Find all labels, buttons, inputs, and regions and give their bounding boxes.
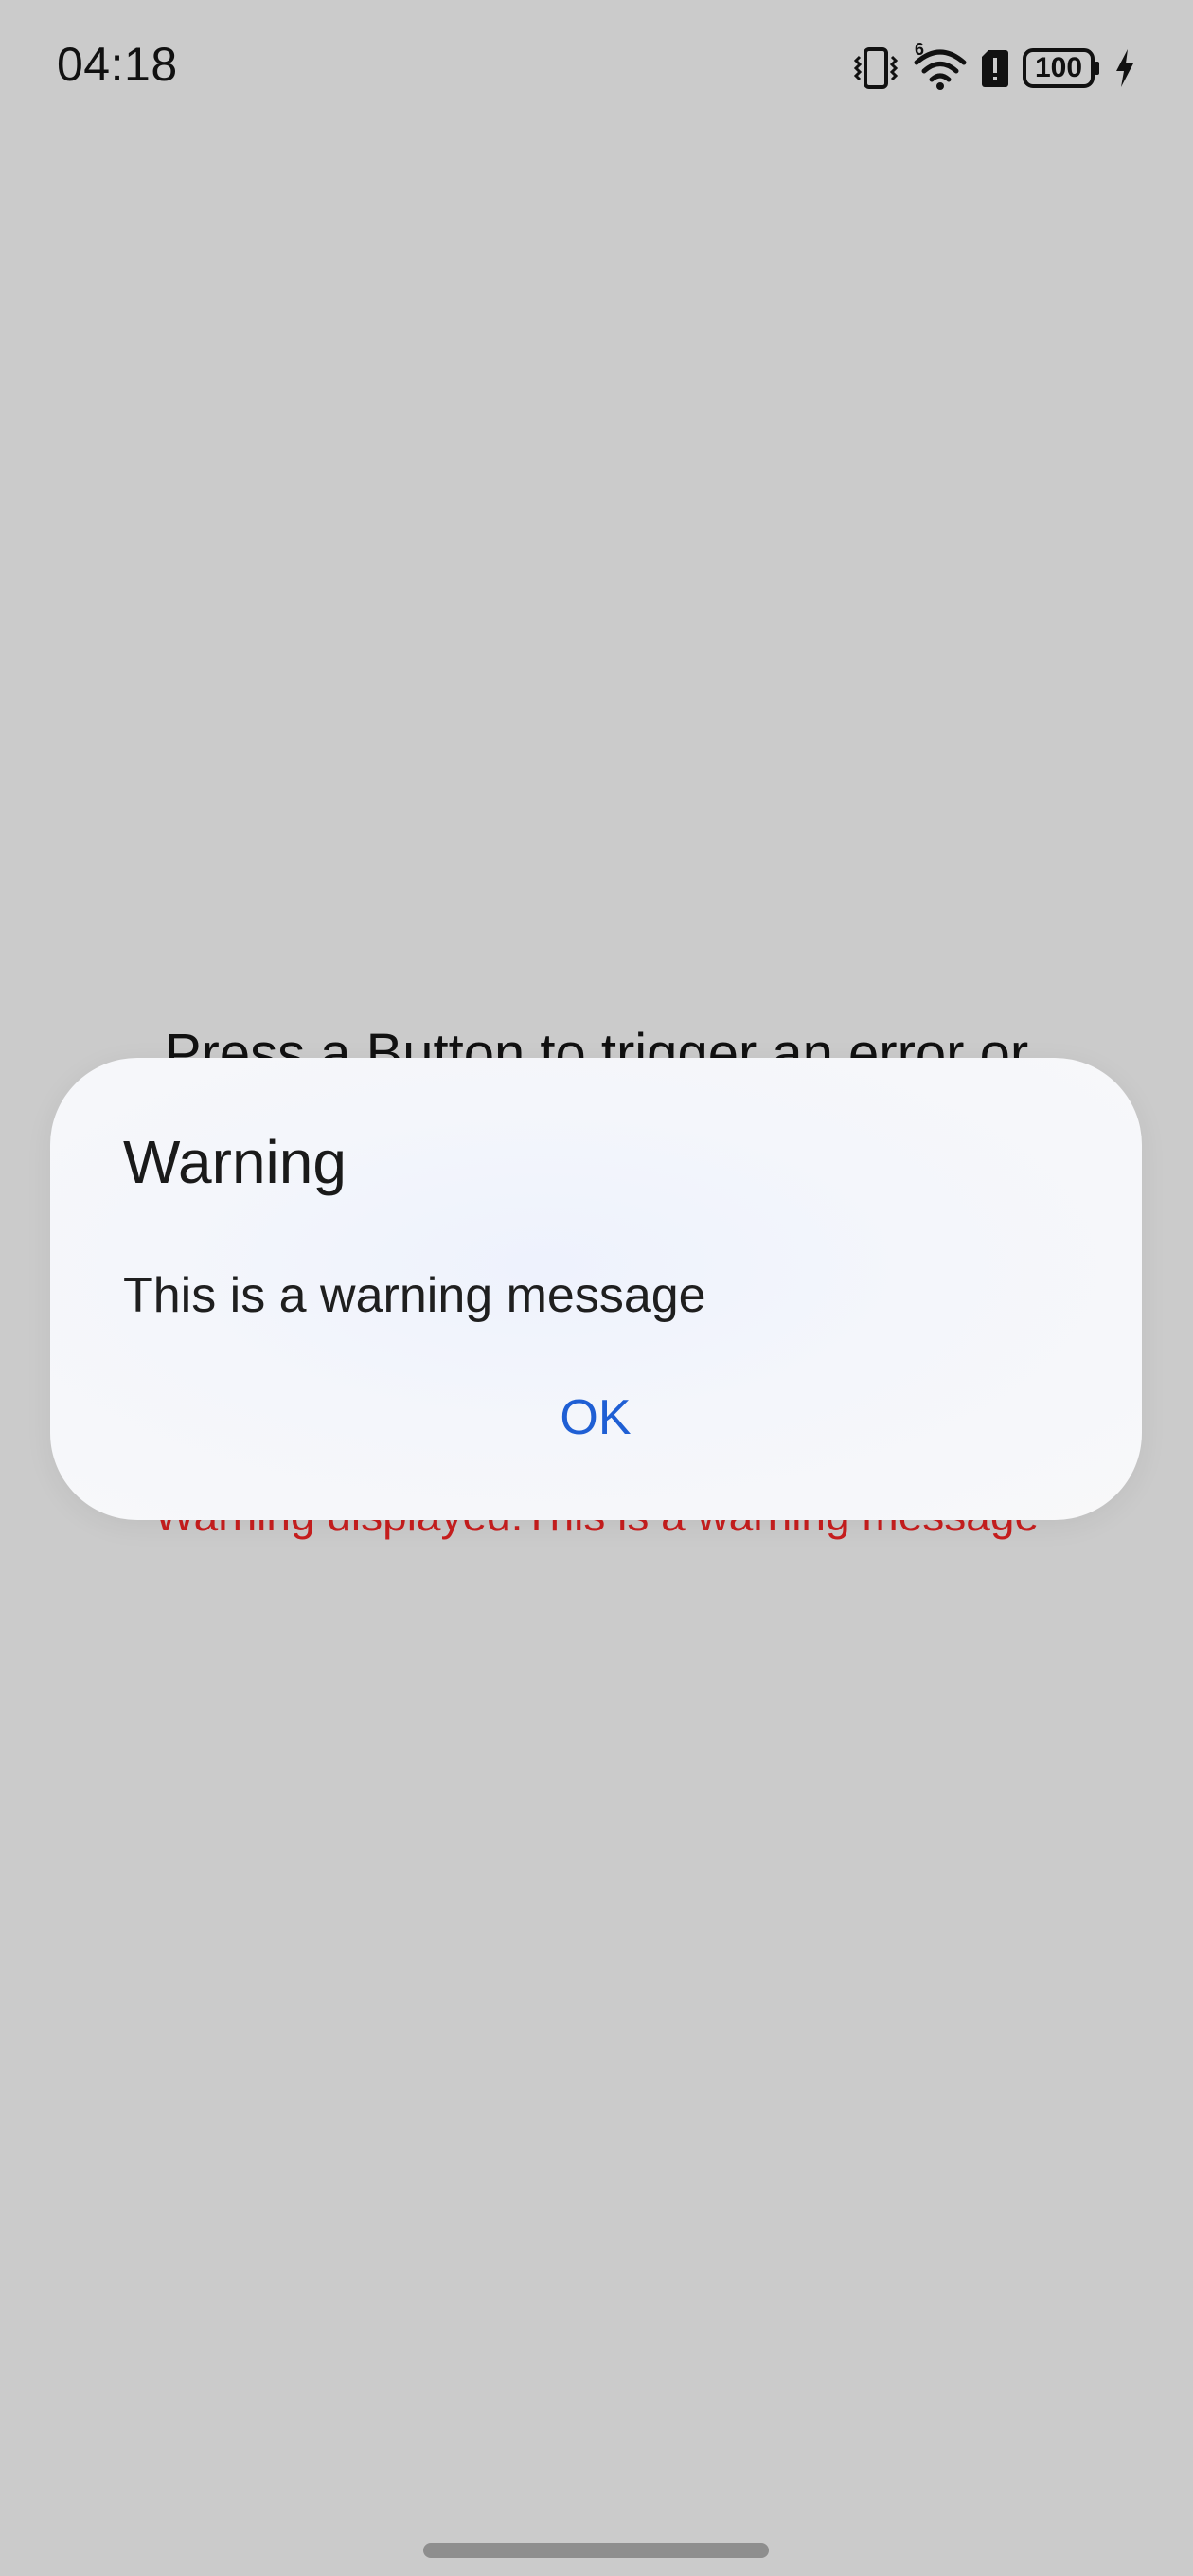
ok-button[interactable]: OK [501,1370,690,1465]
gesture-bar[interactable] [423,2543,769,2558]
dialog-message: This is a warning message [123,1268,706,1323]
warning-dialog: Warning This is a warning message OK [50,1058,1142,1520]
dialog-title: Warning [123,1128,347,1196]
